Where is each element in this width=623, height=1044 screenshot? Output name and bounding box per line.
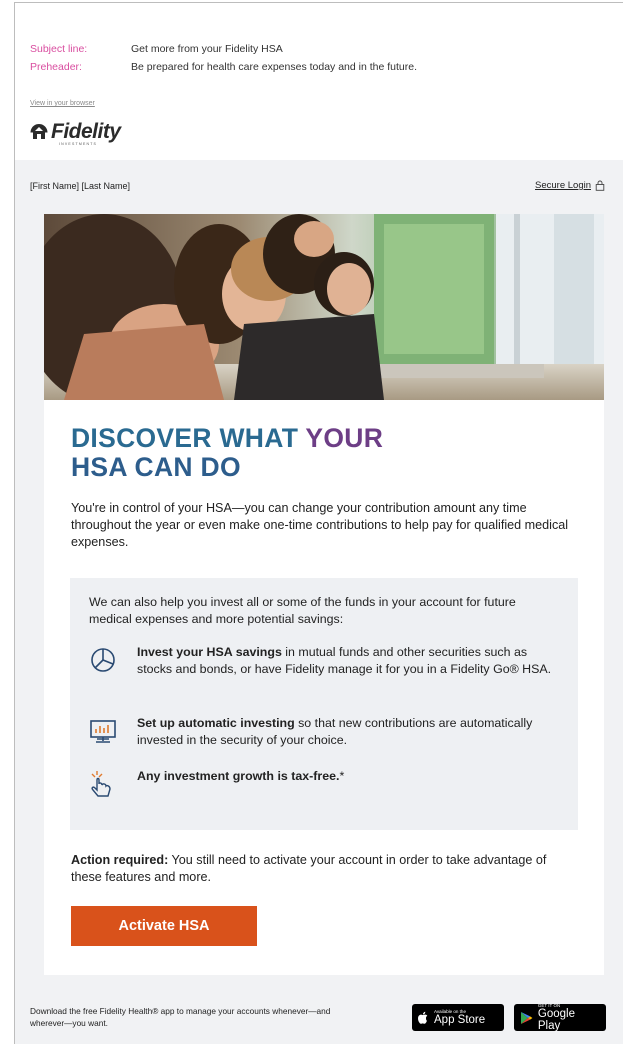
headline-line1b: YOUR	[305, 423, 384, 453]
app-store-badge[interactable]: Available on the App Store	[412, 1004, 504, 1031]
recipient-name: [First Name] [Last Name]	[30, 181, 131, 191]
feature-invest: Invest your HSA savings in mutual funds …	[88, 644, 557, 678]
subject-label: Subject line:	[30, 43, 88, 55]
app-store-big: App Store	[434, 1014, 486, 1026]
pie-chart-icon	[91, 648, 115, 672]
activate-hsa-button[interactable]: Activate HSA	[71, 906, 257, 946]
footer-app-text: Download the free Fidelity Health® app t…	[30, 1006, 331, 1028]
preheader-label: Preheader:	[30, 61, 82, 73]
apple-icon	[418, 1011, 428, 1024]
lock-icon	[595, 180, 605, 191]
feature-automatic-bold: Set up automatic investing	[137, 716, 295, 730]
logo-wordmark: Fidelity	[51, 120, 121, 143]
monitor-chart-icon	[90, 720, 116, 743]
subject-value: Get more from your Fidelity HSA	[131, 43, 283, 55]
feature-invest-bold: Invest your HSA savings	[137, 645, 282, 659]
feature-tax-free-text: *	[339, 769, 345, 783]
google-play-badge[interactable]: GET IT ON Google Play	[514, 1003, 606, 1032]
logo-subtext: INVESTMENTS	[59, 142, 98, 146]
feature-tax-free-bold: Any investment growth is tax-free.	[137, 769, 340, 783]
google-play-big: Google Play	[537, 1008, 575, 1032]
feature-tax-free: Any investment growth is tax-free.*	[88, 768, 557, 802]
hero-image	[44, 214, 604, 400]
email-meta: Subject line: Get more from your Fidelity…	[30, 40, 417, 76]
headline-line2: HSA CAN DO	[71, 452, 241, 482]
fidelity-pyramid-icon	[30, 124, 48, 139]
content-card: DISCOVER WHAT YOUR HSA CAN DO You're in …	[44, 214, 604, 975]
google-play-icon	[520, 1011, 533, 1024]
view-in-browser-link[interactable]: View in your browser	[30, 100, 95, 107]
hand-click-icon	[91, 771, 111, 797]
action-required-text: Action required: You still need to activ…	[71, 852, 571, 886]
fidelity-logo: Fidelity INVESTMENTS	[29, 120, 121, 146]
headline-line1a: DISCOVER WHAT	[71, 423, 306, 453]
secure-login-link[interactable]: Secure Login	[535, 180, 605, 191]
secure-login-label: Secure Login	[535, 180, 591, 191]
action-required-label: Action required:	[71, 853, 169, 867]
feature-automatic: Set up automatic investing so that new c…	[88, 715, 557, 749]
features-box: We can also help you invest all or some …	[70, 578, 578, 830]
features-lead: We can also help you invest all or some …	[89, 595, 516, 626]
preheader-value: Be prepared for health care expenses tod…	[131, 61, 418, 73]
intro-paragraph: You're in control of your HSA—you can ch…	[71, 501, 569, 549]
page-headline: DISCOVER WHAT YOUR HSA CAN DO	[71, 424, 383, 482]
